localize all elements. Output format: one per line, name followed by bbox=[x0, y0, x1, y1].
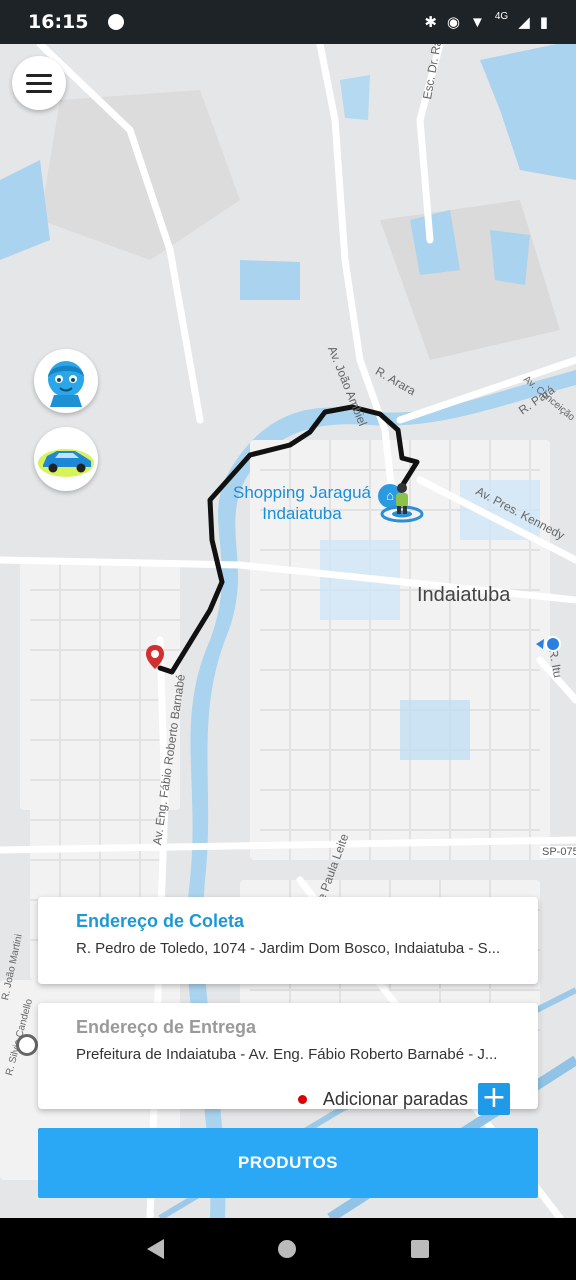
car-icon bbox=[38, 449, 94, 477]
pickup-address[interactable]: R. Pedro de Toledo, 1074 - Jardim Dom Bo… bbox=[76, 940, 528, 957]
pickup-title: Endereço de Coleta bbox=[76, 911, 245, 931]
delivery-person-button[interactable] bbox=[34, 349, 98, 413]
products-button[interactable]: PRODUTOS bbox=[38, 1128, 538, 1198]
signal-icon: ◢ bbox=[518, 14, 530, 31]
menu-button[interactable] bbox=[12, 56, 66, 110]
menu-icon-line bbox=[26, 81, 52, 85]
poi-name: Shopping Jaraguá Indaiatuba bbox=[232, 483, 371, 523]
add-stops-label: Adicionar paradas bbox=[322, 1088, 468, 1109]
menu-icon-line bbox=[26, 89, 52, 93]
network-type: 4G bbox=[494, 10, 509, 22]
back-icon[interactable] bbox=[147, 1239, 165, 1259]
status-icons: ✱ ◉ ▼ 4G ◢ ▮ bbox=[424, 10, 548, 32]
menu-icon-line bbox=[26, 73, 52, 77]
system-nav-bar bbox=[0, 1218, 576, 1280]
pickup-address-card[interactable]: Endereço de Coleta R. Pedro de Toledo, 1… bbox=[38, 897, 538, 984]
add-stop-plus-icon[interactable]: + bbox=[478, 1083, 510, 1115]
delivery-address-card[interactable]: Endereço de Entrega Prefeitura de Indaia… bbox=[38, 1003, 538, 1115]
poi-label[interactable]: Shopping Jaraguá Indaiatuba bbox=[232, 482, 372, 524]
google-logo-icon bbox=[16, 1034, 38, 1056]
home-icon[interactable] bbox=[278, 1240, 297, 1258]
vehicle-car-button[interactable] bbox=[34, 427, 98, 491]
add-stops-row[interactable]: Adicionar paradas + bbox=[76, 1083, 528, 1115]
recent-apps-icon[interactable] bbox=[410, 1240, 429, 1258]
delivery-address[interactable]: Prefeitura de Indaiatuba - Av. Eng. Fábi… bbox=[76, 1046, 528, 1063]
delivery-person-avatar-icon bbox=[48, 361, 84, 407]
location-icon: ◉ bbox=[446, 14, 460, 31]
wifi-icon: ▼ bbox=[469, 13, 485, 31]
battery-icon: ▮ bbox=[539, 14, 548, 31]
delivery-title: Endereço de Entrega bbox=[76, 1017, 257, 1037]
city-label: Indaiatuba bbox=[417, 584, 511, 606]
driver-person-icon bbox=[380, 480, 424, 524]
notification-dot-icon bbox=[108, 14, 125, 30]
bluetooth-icon: ✱ bbox=[424, 14, 437, 31]
status-time: 16:15 bbox=[28, 11, 89, 33]
red-dot-icon bbox=[297, 1094, 307, 1104]
status-bar: 16:15 ✱ ◉ ▼ 4G ◢ ▮ bbox=[0, 0, 576, 44]
highway-label: SP-075 bbox=[540, 846, 576, 858]
